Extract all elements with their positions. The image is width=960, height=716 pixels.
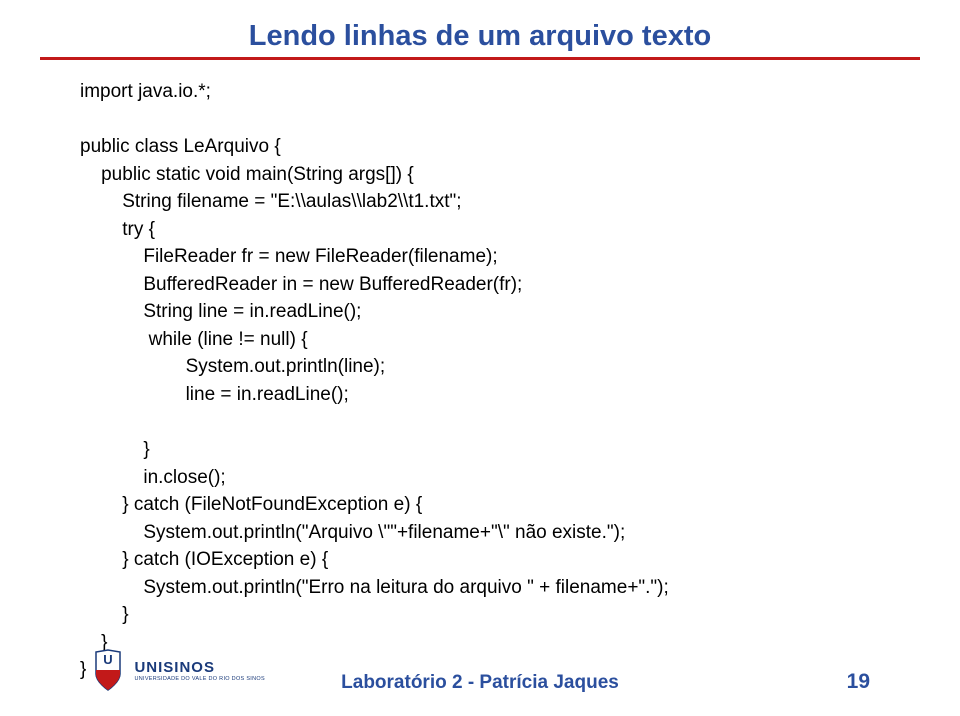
code-line: BufferedReader in = new BufferedReader(f… [80,274,522,295]
page-number: 19 [847,670,870,694]
code-line: public class LeArquivo { [80,136,281,157]
code-line: } catch (FileNotFoundException e) { [80,494,422,515]
code-line: } [80,439,150,460]
code-line: String filename = "E:\\aulas\\lab2\\t1.t… [80,191,462,212]
code-line: System.out.println("Erro na leitura do a… [80,577,669,598]
footer-text: Laboratório 2 - Patrícia Jaques [341,672,619,694]
code-line: try { [80,219,155,240]
code-line: import java.io.*; [80,81,211,102]
code-block: import java.io.*; public class LeArquivo… [80,78,880,684]
slide-title: Lendo linhas de um arquivo texto [80,20,880,53]
code-line: } catch (IOException e) { [80,549,328,570]
code-line: System.out.println("Arquivo \""+filename… [80,522,625,543]
svg-text:U: U [103,652,112,667]
title-underline [40,57,920,60]
code-line: } [80,604,129,625]
code-line: while (line != null) { [80,329,308,350]
code-line: in.close(); [80,467,226,488]
code-line: System.out.println(line); [80,356,385,377]
code-line: line = in.readLine(); [80,384,349,405]
code-line: String line = in.readLine(); [80,301,361,322]
code-line: FileReader fr = new FileReader(filename)… [80,246,498,267]
code-line: public static void main(String args[]) { [80,164,414,185]
